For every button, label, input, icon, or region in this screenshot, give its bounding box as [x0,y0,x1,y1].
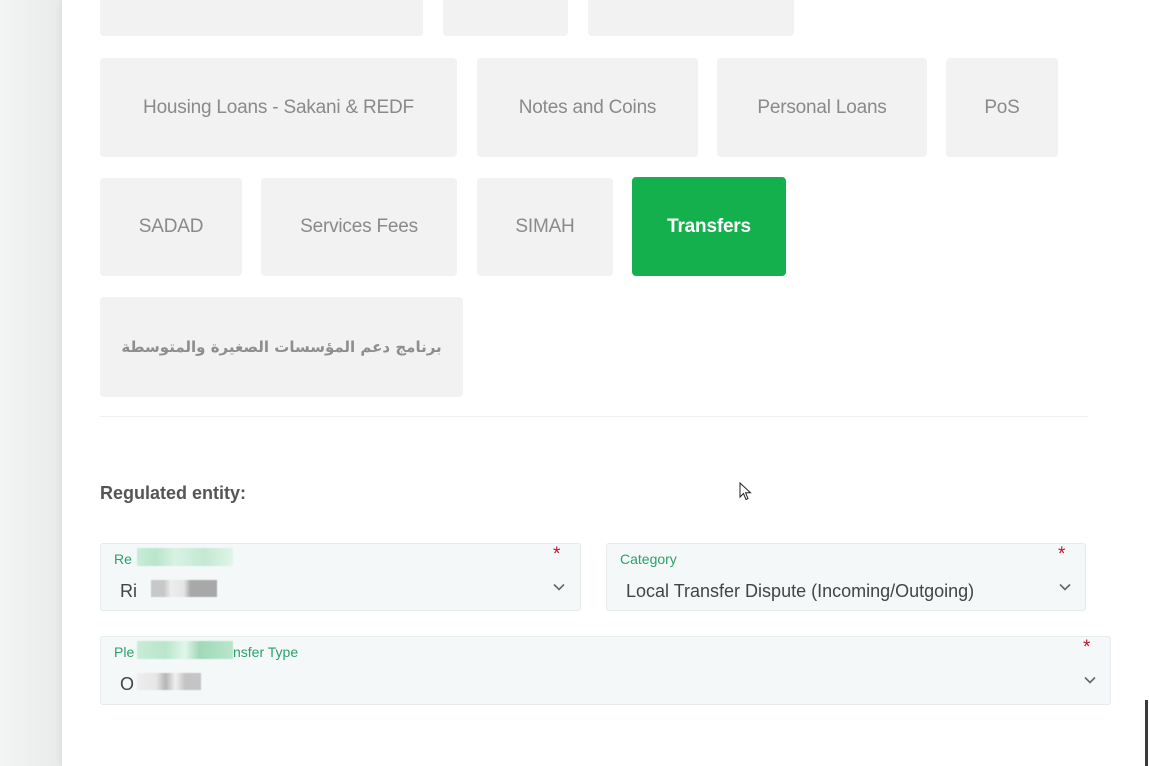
required-asterisk: * [553,544,561,565]
category-tile-notes-and-coins[interactable]: Notes and Coins [477,58,698,157]
category-value: Local Transfer Dispute (Incoming/Outgoin… [626,581,975,601]
transfer-type-label-start: Ple [114,644,135,660]
regulated-entity-heading: Regulated entity: [100,483,247,503]
category-select[interactable]: Category * Local Transfer Dispute (Incom… [606,543,1086,611]
required-asterisk: * [1083,637,1091,658]
redacted-value-block [151,580,217,597]
transfer-type-value: O [120,674,135,694]
category-tile-personal-loans[interactable]: Personal Loans [717,58,927,157]
page-gutter [0,0,62,766]
category-tile-simah[interactable]: SIMAH [477,178,613,276]
section-divider [100,416,1088,417]
category-tile-transfers[interactable]: Transfers [632,177,786,276]
chevron-down-icon [1059,583,1071,591]
transfer-type-label-end: nsfer Type [233,644,299,660]
mouse-pointer-icon [739,482,752,501]
regulated-entity-value: Ri [120,581,137,601]
redacted-label-block [137,641,233,659]
transfer-type-select[interactable]: Ple nsfer Type * O [100,636,1111,705]
regulated-entity-select[interactable]: Re * Ri [100,543,581,611]
window-edge [1145,700,1148,766]
category-tile-services-fees[interactable]: Services Fees [261,178,457,276]
category-tile-partial-3[interactable] [588,0,794,36]
category-tile-partial-2[interactable] [443,0,568,36]
category-tile-housing-loans[interactable]: Housing Loans - Sakani & REDF [100,58,457,157]
redacted-label-block [137,548,233,566]
category-label: Category [620,551,677,567]
required-asterisk: * [1058,544,1066,565]
chevron-down-icon [1084,676,1096,684]
category-tile-pos[interactable]: PoS [946,58,1058,157]
redacted-value-block [137,673,201,690]
category-tile-partial-1[interactable] [100,0,423,36]
regulated-entity-label: Re [114,551,132,567]
chevron-down-icon [553,583,565,591]
category-tile-sadad[interactable]: SADAD [100,178,242,276]
category-tile-sme-support-program[interactable]: برنامج دعم المؤسسات الصغيرة والمتوسطة [100,297,463,397]
